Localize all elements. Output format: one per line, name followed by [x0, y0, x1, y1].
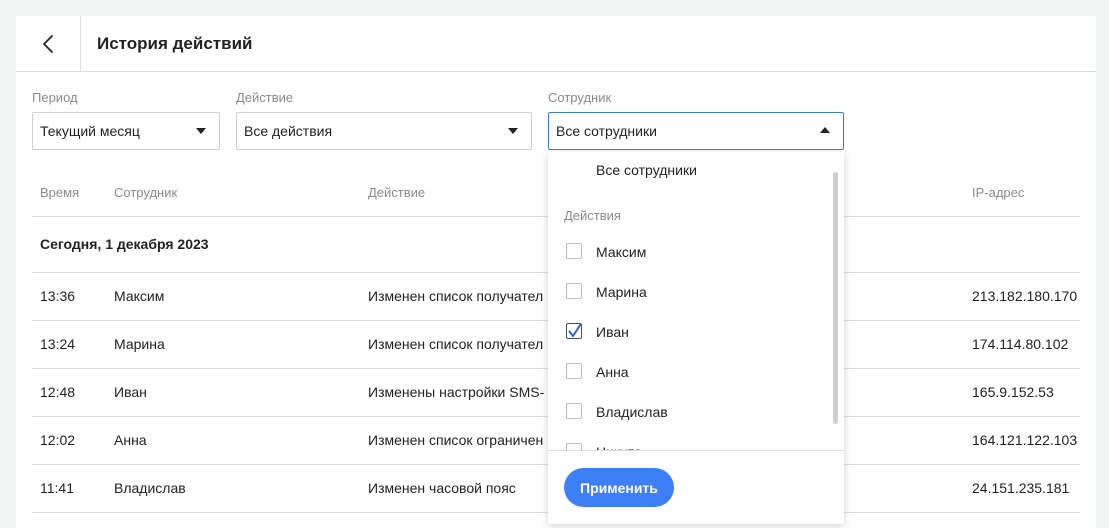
period-select[interactable]: Текущий месяц [32, 112, 220, 150]
checkbox[interactable] [566, 243, 582, 259]
employee-dropdown: Все сотрудники Действия Максим Марина Ив… [548, 152, 844, 524]
employee-option[interactable]: Никита [548, 432, 828, 450]
employee-filter-label: Сотрудник [548, 90, 612, 105]
row-employee: Марина [114, 336, 165, 352]
employee-option-label: Иван [596, 324, 629, 340]
page-header: История действий [16, 16, 1096, 72]
checkbox[interactable] [566, 283, 582, 299]
dropdown-footer: Применить [548, 450, 844, 524]
caret-down-icon [196, 128, 206, 134]
employee-option-label: Анна [596, 364, 629, 380]
checkbox[interactable] [566, 443, 582, 450]
employee-option[interactable]: Марина [548, 272, 828, 312]
row-ip: 164.121.122.103 [972, 432, 1078, 448]
action-history-panel: История действий Период Текущий месяц Де… [16, 16, 1096, 528]
row-employee: Максим [114, 288, 165, 304]
column-header-action: Действие [368, 185, 426, 200]
employee-option-label: Марина [596, 284, 647, 300]
column-header-ip: IP-адрес [972, 185, 1025, 200]
action-filter-label: Действие [236, 90, 294, 105]
employee-option[interactable]: Владислав [548, 392, 828, 432]
page-title: История действий [97, 34, 253, 53]
period-filter-label: Период [32, 90, 78, 105]
column-header-time: Время [40, 185, 80, 200]
apply-button[interactable]: Применить [564, 468, 674, 507]
action-select-value: Все действия [244, 123, 333, 139]
employee-option[interactable]: Максим [548, 232, 828, 272]
period-select-value: Текущий месяц [40, 123, 140, 139]
row-ip: 24.151.235.181 [972, 480, 1070, 496]
row-time: 11:41 [40, 480, 74, 496]
employee-select[interactable]: Все сотрудники [548, 112, 844, 150]
row-employee: Анна [114, 432, 147, 448]
row-time: 12:02 [40, 432, 76, 448]
dropdown-scrollbar[interactable] [833, 172, 838, 424]
row-ip: 165.9.152.53 [972, 384, 1054, 400]
employee-option-label: Владислав [596, 404, 668, 420]
employee-select-value: Все сотрудники [556, 123, 657, 139]
row-ip: 174.114.80.102 [972, 336, 1069, 352]
column-header-employee: Сотрудник [114, 185, 178, 200]
checkbox-checked[interactable] [566, 323, 582, 339]
row-employee: Иван [114, 384, 147, 400]
option-section-label: Действия [564, 208, 621, 223]
caret-down-icon [508, 128, 518, 134]
employee-option[interactable]: Иван [548, 312, 828, 352]
employee-option[interactable]: Анна [548, 352, 828, 392]
employee-option-label: Никита [596, 432, 642, 450]
row-time: 13:24 [40, 336, 76, 352]
employee-option-label: Максим [596, 244, 647, 260]
employee-option-list[interactable]: Все сотрудники Действия Максим Марина Ив… [548, 152, 844, 450]
option-all-employees[interactable]: Все сотрудники [596, 162, 697, 178]
checkbox[interactable] [566, 403, 582, 419]
row-ip: 213.182.180.170 [972, 288, 1078, 304]
action-select[interactable]: Все действия [236, 112, 532, 150]
row-time: 12:48 [40, 384, 76, 400]
checkmark-icon [568, 323, 582, 337]
date-group-label: Сегодня, 1 декабря 2023 [40, 236, 209, 252]
row-time: 13:36 [40, 288, 76, 304]
row-employee: Владислав [114, 480, 186, 496]
caret-up-icon [820, 127, 830, 133]
chevron-left-icon [43, 34, 53, 53]
back-button[interactable] [16, 16, 81, 71]
checkbox[interactable] [566, 363, 582, 379]
